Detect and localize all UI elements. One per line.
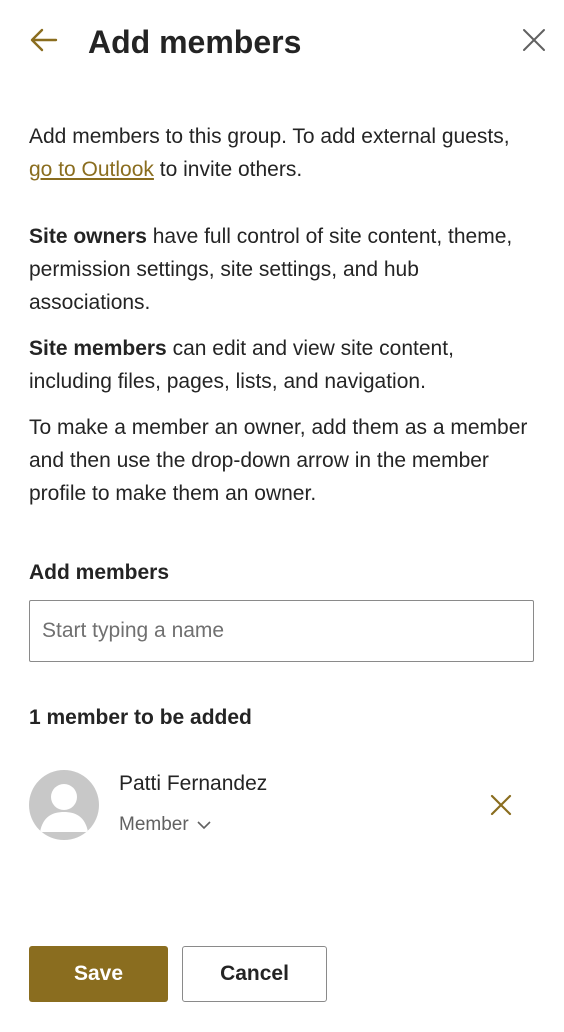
member-name: Patti Fernandez: [119, 772, 268, 795]
intro-text: Add members to this group. To add extern…: [29, 120, 534, 186]
members-description: Site members can edit and view site cont…: [29, 332, 534, 398]
owners-term: Site owners: [29, 225, 147, 248]
page-title: Add members: [88, 24, 302, 60]
chevron-down-icon: [197, 821, 211, 830]
cancel-button[interactable]: Cancel: [182, 946, 327, 1002]
back-button[interactable]: [28, 24, 60, 56]
arrow-left-icon: [30, 28, 58, 52]
intro-text-after: to invite others.: [153, 158, 303, 181]
members-term: Site members: [29, 337, 167, 360]
member-role-dropdown[interactable]: Member: [119, 814, 211, 836]
go-to-outlook-link[interactable]: go to Outlook: [29, 158, 154, 181]
description: Add members to this group. To add extern…: [29, 120, 534, 510]
close-icon: [490, 794, 512, 816]
close-icon: [523, 29, 545, 51]
add-members-label: Add members: [29, 561, 170, 584]
avatar: [29, 770, 99, 840]
panel-footer: Save Cancel: [29, 946, 327, 1002]
pending-count-label: 1 member to be added: [29, 706, 252, 729]
person-icon: [40, 784, 88, 832]
member-role-value: Member: [119, 814, 189, 835]
owners-description: Site owners have full control of site co…: [29, 220, 534, 319]
pending-member-row: Patti Fernandez Member: [29, 768, 534, 848]
save-button[interactable]: Save: [29, 946, 168, 1002]
close-button[interactable]: [520, 26, 548, 54]
owner-howto-text: To make a member an owner, add them as a…: [29, 416, 528, 505]
member-search-input[interactable]: [29, 600, 534, 662]
panel-header: Add members: [28, 18, 548, 66]
remove-member-button[interactable]: [488, 792, 514, 818]
intro-text-before: Add members to this group. To add extern…: [29, 125, 510, 148]
